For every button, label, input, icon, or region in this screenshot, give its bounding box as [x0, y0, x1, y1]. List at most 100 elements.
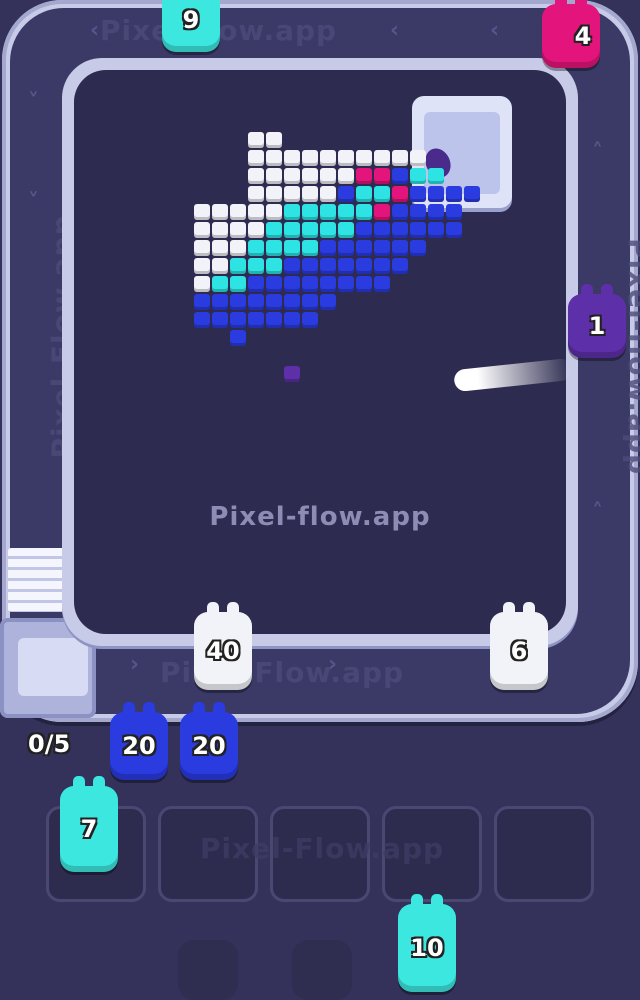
- shooter-number: 40: [206, 637, 240, 665]
- shooter-number: 7: [80, 815, 98, 843]
- shooter-number: 1: [588, 312, 606, 340]
- watermark: Pixel-flow.app: [209, 502, 431, 532]
- pixel-white: [338, 150, 354, 166]
- pixel-blue: [248, 294, 264, 310]
- pixel-cyan: [374, 186, 390, 202]
- pixel-cyan: [338, 222, 354, 238]
- pixel-white: [302, 150, 318, 166]
- pixel-blue: [410, 222, 426, 238]
- pixel-white: [374, 150, 390, 166]
- pixel-white: [356, 150, 372, 166]
- pixel-white: [392, 150, 408, 166]
- shooter-white-6[interactable]: 6: [490, 602, 548, 690]
- pixel-blue: [320, 258, 336, 274]
- pixel-magenta: [374, 204, 390, 220]
- pixel-cyan: [284, 222, 300, 238]
- queue-shooter-cyan-7[interactable]: 7: [60, 776, 118, 872]
- pixel-white: [320, 150, 336, 166]
- pixel-blue: [320, 276, 336, 292]
- pixel-cyan: [338, 204, 354, 220]
- pixel-cyan: [302, 204, 318, 220]
- pixel-cyan: [356, 186, 372, 202]
- pixel-blue: [284, 258, 300, 274]
- pixel-white: [230, 222, 246, 238]
- queue-shooter-blue-20[interactable]: 20: [180, 702, 238, 780]
- pixel-white: [320, 168, 336, 184]
- pixel-blue: [446, 222, 462, 238]
- pixel-blue: [230, 294, 246, 310]
- pixel-white: [212, 204, 228, 220]
- shooter-cyan-9[interactable]: 9: [162, 0, 220, 52]
- shooter-number: 4: [574, 22, 592, 50]
- pixel-white: [194, 222, 210, 238]
- pixel-blue: [338, 276, 354, 292]
- pixel-magenta: [392, 186, 408, 202]
- pixel-blue: [392, 258, 408, 274]
- pixel-blue: [428, 186, 444, 202]
- pixel-blue: [392, 222, 408, 238]
- pixel-cyan: [248, 258, 264, 274]
- pixel-cyan: [212, 276, 228, 292]
- pixel-blue: [392, 168, 408, 184]
- pixel-blue: [356, 240, 372, 256]
- shooter-magenta-4[interactable]: 4: [542, 0, 600, 68]
- pixel-white: [212, 240, 228, 256]
- pixel-cyan: [230, 258, 246, 274]
- pixel-white: [248, 204, 264, 220]
- queue-placeholder: [178, 940, 238, 1000]
- slot-counter: 0/5: [28, 730, 71, 758]
- shooter-white-40[interactable]: 40: [194, 602, 252, 690]
- pixel-blue: [230, 330, 246, 346]
- pixel-cyan: [248, 240, 264, 256]
- pixel-blue: [320, 240, 336, 256]
- pixel-white: [266, 186, 282, 202]
- pixel-blue: [302, 294, 318, 310]
- pixel-blue: [302, 258, 318, 274]
- pixel-white: [266, 204, 282, 220]
- pixel-cyan: [428, 168, 444, 184]
- pixel-blue: [446, 186, 462, 202]
- pixel-blue: [446, 204, 462, 220]
- pixel-cyan: [302, 240, 318, 256]
- pixel-white: [266, 150, 282, 166]
- pixel-blue: [338, 186, 354, 202]
- pixel-blue: [266, 294, 282, 310]
- pixel-blue: [194, 312, 210, 328]
- pixel-white: [302, 186, 318, 202]
- queue-shooter-cyan-10[interactable]: 10: [398, 894, 456, 992]
- pixel-white: [194, 276, 210, 292]
- pixel-blue: [248, 312, 264, 328]
- pixel-blue: [410, 240, 426, 256]
- shooter-purple-1[interactable]: 1: [568, 284, 626, 358]
- pixel-cyan: [266, 222, 282, 238]
- pixel-blue: [464, 186, 480, 202]
- pixel-white: [194, 240, 210, 256]
- queue-shooter-blue-20[interactable]: 20: [110, 702, 168, 780]
- pixel-magenta: [374, 168, 390, 184]
- pixel-white: [266, 168, 282, 184]
- pixel-white: [212, 222, 228, 238]
- pixel-white: [284, 168, 300, 184]
- pixel-white: [230, 204, 246, 220]
- pixel-cyan: [284, 240, 300, 256]
- pixel-white: [248, 186, 264, 202]
- pixel-blue: [428, 222, 444, 238]
- empty-slot[interactable]: [494, 806, 594, 902]
- pixel-blue: [212, 294, 228, 310]
- pixel-blue: [302, 276, 318, 292]
- pixel-white: [248, 150, 264, 166]
- pixel-cyan: [266, 240, 282, 256]
- pixel-blue: [338, 240, 354, 256]
- slots-watermark: Pixel-Flow.app: [200, 832, 445, 865]
- pixel-white: [194, 204, 210, 220]
- pixel-white: [266, 132, 282, 148]
- pixel-white: [194, 258, 210, 274]
- shooter-number: 20: [192, 732, 226, 760]
- pixel-white: [212, 258, 228, 274]
- pixel-blue: [284, 276, 300, 292]
- queue-placeholder: [292, 940, 352, 1000]
- pixel-blue: [194, 294, 210, 310]
- pixel-cyan: [320, 204, 336, 220]
- shooter-number: 10: [410, 934, 444, 962]
- pixel-blue: [356, 222, 372, 238]
